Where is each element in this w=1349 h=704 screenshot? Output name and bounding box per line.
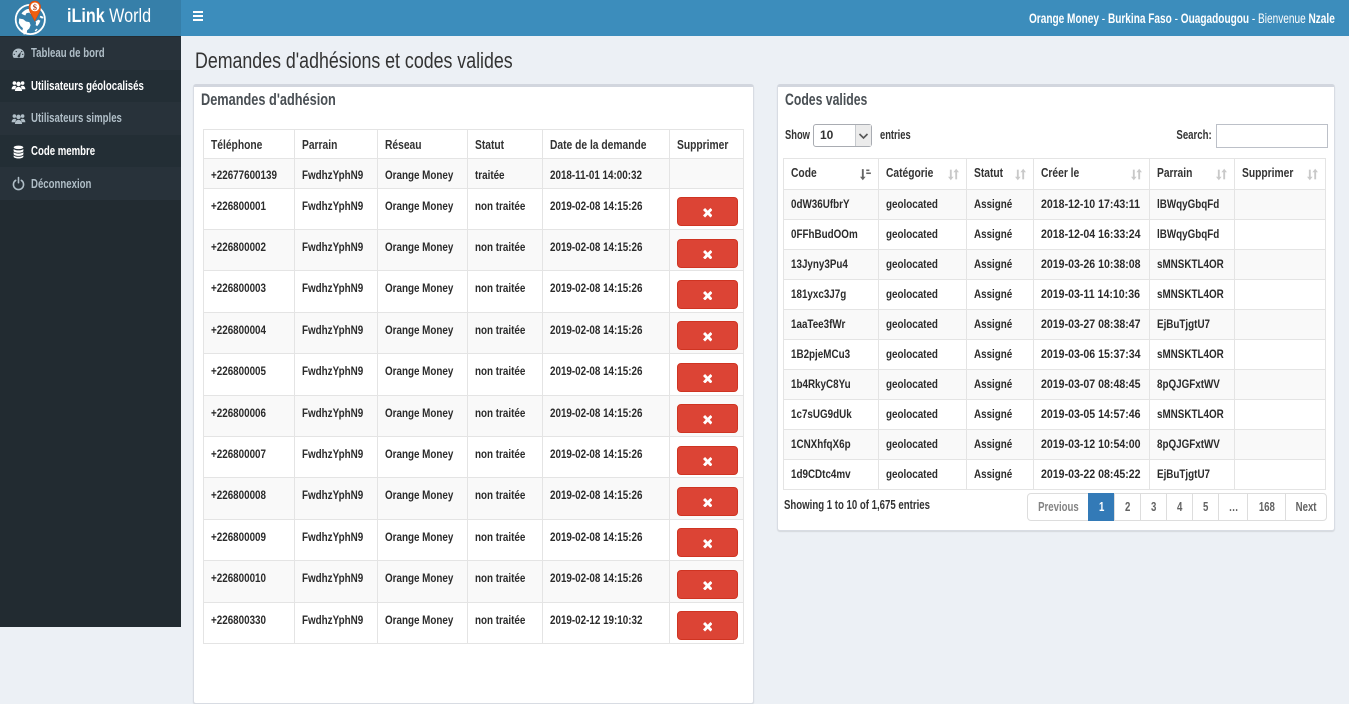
svg-text:$: $ (33, 2, 38, 12)
